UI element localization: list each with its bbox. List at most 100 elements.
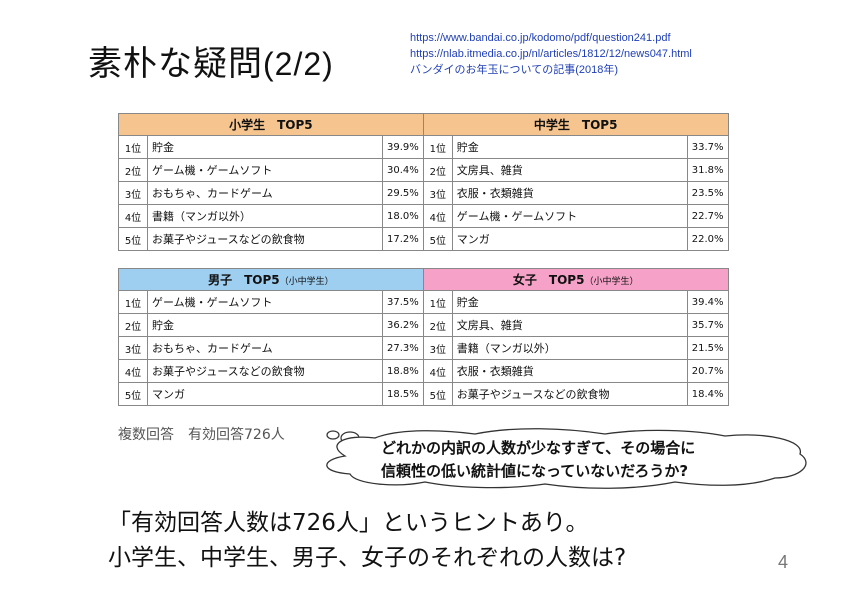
item-cell: マンガ xyxy=(451,227,688,251)
percent-cell-text: 18.5% xyxy=(387,388,419,400)
rank-cell: 5位 xyxy=(118,227,148,251)
percent-cell: 39.4% xyxy=(686,290,729,314)
item-cell: 衣服・衣類雑貨 xyxy=(451,359,688,383)
percent-cell: 21.5% xyxy=(686,336,729,360)
rank-cell: 2位 xyxy=(422,158,453,182)
item-cell: 衣服・衣類雑貨 xyxy=(451,181,688,205)
rank-cell-text: 4位 xyxy=(124,367,142,379)
rank-cell: 2位 xyxy=(422,313,453,337)
percent-cell-text: 17.2% xyxy=(387,233,419,245)
header-girls-note: （小中学生） xyxy=(584,277,639,287)
item-cell-text: お菓子やジュースなどの飲食物 xyxy=(152,365,305,378)
percent-cell-text: 35.7% xyxy=(691,319,724,331)
percent-cell: 18.0% xyxy=(382,204,424,228)
percent-cell: 36.2% xyxy=(382,313,424,337)
rank-cell-text: 3位 xyxy=(124,344,142,356)
item-cell-text: 衣服・衣類雑貨 xyxy=(456,187,534,200)
rank-cell: 2位 xyxy=(118,313,148,337)
table-row: 5位 お菓子やジュースなどの飲食物 17.2% 5位 マンガ 22.0% xyxy=(118,227,729,251)
percent-cell-text: 27.3% xyxy=(387,342,419,354)
item-cell: お菓子やジュースなどの飲食物 xyxy=(451,382,688,406)
body-line-2: 小学生、中学生、男子、女子のそれぞれの人数は? xyxy=(108,545,627,571)
percent-cell: 23.5% xyxy=(686,181,729,205)
table-row: 3位 おもちゃ、カードゲーム 27.3% 3位 書籍（マンガ以外） 21.5% xyxy=(118,336,729,360)
bubble-line-2: 信頼性の低い統計値になっていないだろうか? xyxy=(381,462,689,480)
item-cell: 貯金 xyxy=(451,135,688,159)
item-cell-text: マンガ xyxy=(152,388,185,401)
rank-cell-text: 3位 xyxy=(429,344,446,356)
percent-cell-text: 18.4% xyxy=(691,388,724,400)
item-cell-text: 貯金 xyxy=(456,141,479,154)
body-line-1: 「有効回答人数は726人」というヒントあり。 xyxy=(108,510,589,536)
slide-title: 素朴な疑問(2/2) xyxy=(88,36,334,85)
bubble-line-1: どれかの内訳の人数が少なすぎて、その場合に xyxy=(381,439,696,457)
item-cell: 貯金 xyxy=(147,135,383,159)
bubble-text: どれかの内訳の人数が少なすぎて、その場合に 信頼性の低い統計値になっていないだろ… xyxy=(381,437,695,483)
item-cell-text: 貯金 xyxy=(152,319,174,332)
percent-cell-text: 37.5% xyxy=(387,296,419,308)
item-cell: マンガ xyxy=(147,382,383,406)
rank-cell: 1位 xyxy=(422,135,453,159)
reference-link-itmedia[interactable]: https://nlab.itmedia.co.jp/nl/articles/1… xyxy=(410,46,692,62)
rank-cell-text: 4位 xyxy=(429,212,446,224)
item-cell-text: 文房具、雑貨 xyxy=(456,164,523,177)
rank-cell-text: 4位 xyxy=(429,367,446,379)
item-cell-text: お菓子やジュースなどの飲食物 xyxy=(152,233,305,246)
item-cell-text: 書籍（マンガ以外） xyxy=(152,210,251,223)
header-boys-label: 男子 TOP5 xyxy=(208,273,280,287)
percent-cell: 37.5% xyxy=(382,290,424,314)
rank-cell-text: 2位 xyxy=(429,321,446,333)
percent-cell: 27.3% xyxy=(382,336,424,360)
reference-link-bandai[interactable]: https://www.bandai.co.jp/kodomo/pdf/ques… xyxy=(410,30,692,46)
rank-cell: 2位 xyxy=(118,158,148,182)
item-cell: 書籍（マンガ以外） xyxy=(147,204,383,228)
rank-cell-text: 2位 xyxy=(124,321,142,333)
item-cell-text: 文房具、雑貨 xyxy=(456,319,523,332)
rank-cell-text: 3位 xyxy=(124,189,142,201)
percent-cell: 22.0% xyxy=(686,227,729,251)
rank-cell: 3位 xyxy=(422,336,453,360)
table-row: 1位 ゲーム機・ゲームソフト 37.5% 1位 貯金 39.4% xyxy=(118,290,729,314)
item-cell-text: ゲーム機・ゲームソフト xyxy=(152,296,273,309)
percent-cell-text: 21.5% xyxy=(691,342,724,354)
rank-cell: 3位 xyxy=(422,181,453,205)
rank-cell-text: 1位 xyxy=(124,298,142,310)
percent-cell-text: 30.4% xyxy=(387,164,419,176)
percent-cell-text: 20.7% xyxy=(691,365,724,377)
survey-note: 複数回答 有効回答726人 xyxy=(118,427,285,443)
item-cell-text: ゲーム機・ゲームソフト xyxy=(456,210,578,223)
rank-cell: 4位 xyxy=(422,359,453,383)
bubble-dot-small xyxy=(326,430,340,440)
percent-cell: 31.8% xyxy=(686,158,729,182)
rank-cell: 5位 xyxy=(422,227,453,251)
percent-cell: 18.5% xyxy=(382,382,424,406)
table-row: 4位 お菓子やジュースなどの飲食物 18.8% 4位 衣服・衣類雑貨 20.7% xyxy=(118,359,729,383)
item-cell-text: おもちゃ、カードゲーム xyxy=(152,187,273,200)
rank-cell-text: 1位 xyxy=(124,143,142,155)
item-cell-text: 書籍（マンガ以外） xyxy=(456,342,556,355)
header-girls-label: 女子 TOP5 xyxy=(512,273,585,287)
rank-cell-text: 1位 xyxy=(429,143,446,155)
rank-cell-text: 5位 xyxy=(429,390,446,402)
item-cell: ゲーム機・ゲームソフト xyxy=(147,290,383,314)
item-cell: ゲーム機・ゲームソフト xyxy=(451,204,688,228)
table-row: 5位 マンガ 18.5% 5位 お菓子やジュースなどの飲食物 18.4% xyxy=(118,382,729,406)
item-cell-text: 衣服・衣類雑貨 xyxy=(456,365,534,378)
percent-cell: 33.7% xyxy=(686,135,729,159)
item-cell: おもちゃ、カードゲーム xyxy=(147,336,383,360)
rank-cell-text: 5位 xyxy=(124,390,142,402)
rank-cell: 3位 xyxy=(118,336,148,360)
table-row: 2位 ゲーム機・ゲームソフト 30.4% 2位 文房具、雑貨 31.8% xyxy=(118,158,729,182)
percent-cell-text: 22.0% xyxy=(691,233,724,245)
table-row: 4位 書籍（マンガ以外） 18.0% 4位 ゲーム機・ゲームソフト 22.7% xyxy=(118,204,729,228)
rank-cell-text: 4位 xyxy=(124,212,142,224)
rank-cell: 1位 xyxy=(118,290,148,314)
rank-cell-text: 3位 xyxy=(429,189,446,201)
percent-cell-text: 33.7% xyxy=(691,141,724,153)
rank-cell: 4位 xyxy=(118,359,148,383)
percent-cell: 22.7% xyxy=(686,204,729,228)
percent-cell-text: 31.8% xyxy=(691,164,724,176)
table-row: 1位 貯金 39.9% 1位 貯金 33.7% xyxy=(118,135,729,159)
item-cell-text: おもちゃ、カードゲーム xyxy=(152,342,273,355)
item-cell-text: 貯金 xyxy=(152,141,174,154)
